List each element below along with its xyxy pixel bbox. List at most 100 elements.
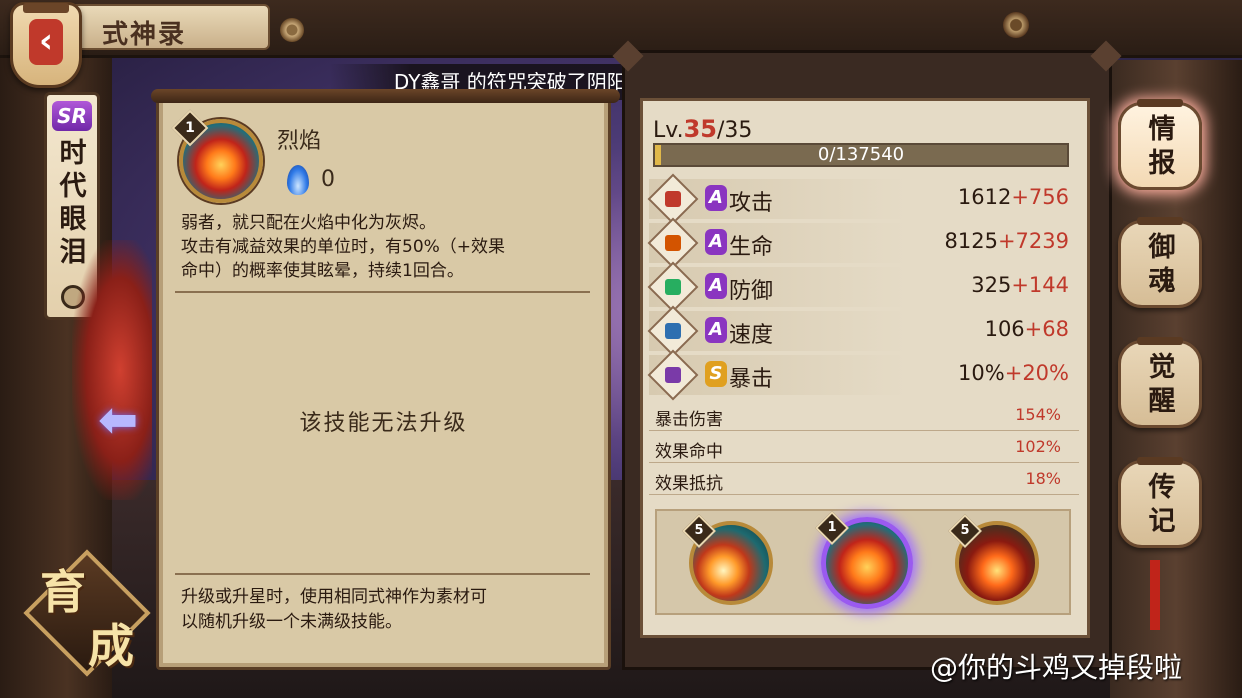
shikigami-wing-art: [72, 240, 152, 500]
tab-soul[interactable]: 御魂: [1118, 217, 1202, 308]
upgrade-tip-line: 升级或升星时，使用相同式神作为素材可: [181, 587, 487, 607]
stat-row-speed: A 速度 106+68: [647, 305, 1079, 357]
rarity-badge: SR: [52, 101, 92, 131]
sub-stat-row: 暴击伤害 154%: [649, 401, 1079, 431]
divider: [175, 291, 590, 293]
train-button[interactable]: 育 成: [22, 548, 152, 678]
stat-row-crit: S 暴击 10%+20%: [647, 349, 1079, 401]
stat-label: 暴击: [729, 367, 774, 392]
chevron-left-icon: ‹: [29, 19, 63, 65]
skill-description-line: 命中）的概率使其眩晕，持续1回合。: [181, 261, 464, 281]
page-title: 式神录: [102, 20, 187, 50]
stat-value: 325+144: [971, 273, 1069, 297]
grade-badge: S: [705, 361, 727, 387]
divider: [175, 573, 590, 575]
sub-stat-row: 效果抵抗 18%: [649, 465, 1079, 495]
stat-base: 325: [971, 273, 1012, 297]
stat-base: 10%: [958, 361, 1005, 385]
fireball-icon[interactable]: 5: [682, 514, 773, 605]
watermark: @你的斗鸡又掉段啦: [930, 651, 1183, 684]
tab-label: 御魂: [1148, 232, 1176, 297]
divider: [649, 462, 1079, 463]
level-current: 35: [683, 115, 717, 143]
stat-label: 速度: [729, 323, 774, 348]
stat-bonus: +144: [1011, 273, 1069, 297]
tab-info[interactable]: 情报: [1118, 99, 1202, 190]
stat-label: 攻击: [729, 191, 774, 216]
lantern-cap: [1137, 99, 1183, 107]
stat-bonus: +7239: [997, 229, 1069, 253]
stat-row-attack: A 攻击 1612+756: [647, 173, 1079, 225]
grade-badge: A: [705, 229, 727, 255]
exp-text: 0/137540: [817, 144, 905, 165]
skill-description: 弱者，就只配在火焰中化为灰烬。 攻击有减益效果的单位时，有50%（+效果 命中）…: [181, 211, 601, 283]
level-display: Lv.35/35: [653, 115, 752, 143]
skill-name: 烈焰: [277, 129, 322, 154]
stat-label: 生命: [729, 235, 774, 260]
skill-description-line: 攻击有减益效果的单位时，有50%（+效果: [181, 237, 506, 257]
flame-skill-icon: 1: [171, 109, 263, 203]
lantern-cap: [1137, 457, 1183, 465]
lantern-cap: [1137, 217, 1183, 225]
train-label-1: 育: [40, 565, 86, 619]
upgrade-tip-line: 以随机升级一个未满级技能。: [181, 612, 402, 632]
skill-number: 1: [185, 120, 195, 136]
stat-base: 1612: [957, 185, 1012, 209]
skill-cost: 0: [321, 167, 335, 192]
stat-value: 8125+7239: [945, 229, 1070, 253]
skill-number-badge: 1: [171, 109, 209, 147]
sub-stat-label: 暴击伤害: [655, 410, 723, 430]
divider: [649, 494, 1079, 495]
tab-biography[interactable]: 传记: [1118, 457, 1202, 548]
stat-bonus: +756: [1011, 185, 1069, 209]
back-button[interactable]: ‹: [10, 2, 82, 88]
arrow-left-icon: ⬅: [98, 392, 139, 448]
stat-row-defense: A 防御 325+144: [647, 261, 1079, 313]
sub-stat-value: 18%: [1025, 469, 1061, 488]
skill-level: 5: [960, 523, 970, 538]
skill-level-badge: 1: [815, 511, 849, 545]
crit-icon: [647, 349, 699, 401]
scroll-rod: [151, 89, 620, 103]
sub-stat-label: 效果命中: [655, 442, 723, 462]
stat-label: 防御: [729, 279, 774, 304]
tab-label: 觉醒: [1148, 352, 1176, 417]
no-upgrade-text: 该技能无法升级: [299, 411, 468, 436]
onibi-icon: [287, 165, 309, 195]
flame-icon[interactable]: 1: [815, 511, 913, 609]
skill-level: 5: [694, 523, 704, 538]
tab-awaken[interactable]: 觉醒: [1118, 337, 1202, 428]
grade-badge: A: [705, 317, 727, 343]
stats-panel: Lv.35/35 0/137540 A 攻击 1612+756 A 生命 812…: [640, 98, 1090, 638]
lantern-cap: [1137, 337, 1183, 345]
inferno-icon[interactable]: 5: [948, 514, 1039, 605]
skill-level: 1: [827, 520, 837, 535]
tab-label: 传记: [1148, 472, 1176, 537]
grade-badge: A: [705, 273, 727, 299]
title-plate: 式神录: [60, 4, 304, 50]
coin-ornament-icon: [1003, 12, 1029, 38]
previous-shikigami-button[interactable]: ⬅: [88, 390, 158, 450]
lantern-cap: [23, 3, 69, 13]
tab-label: 情报: [1148, 114, 1176, 179]
skill-detail-panel: 1 烈焰 0 弱者，就只配在火焰中化为灰烬。 攻击有减益效果的单位时，有50%（…: [151, 89, 620, 670]
coin-ornament-icon: [280, 18, 304, 42]
stat-value: 1612+756: [958, 185, 1069, 209]
sub-stat-row: 效果命中 102%: [649, 433, 1079, 463]
stat-row-health: A 生命 8125+7239: [647, 217, 1079, 269]
skill-level-badge: 5: [682, 514, 716, 548]
level-prefix: Lv.: [653, 118, 684, 143]
stat-base: 106: [984, 317, 1025, 341]
grade-badge: A: [705, 185, 727, 211]
sub-stat-value: 102%: [1015, 437, 1061, 456]
stat-value: 106+68: [985, 317, 1069, 341]
skill-level-badge: 5: [948, 514, 982, 548]
sub-stat-label: 效果抵抗: [655, 474, 723, 494]
train-label-2: 成: [88, 619, 134, 673]
stat-base: 8125: [944, 229, 998, 253]
tassel-ornament: [1150, 560, 1160, 630]
level-max: /35: [716, 118, 753, 143]
skill-slots-strip: 5 1 5: [655, 509, 1071, 615]
stat-value: 10%+20%: [958, 361, 1069, 385]
divider: [649, 430, 1079, 431]
